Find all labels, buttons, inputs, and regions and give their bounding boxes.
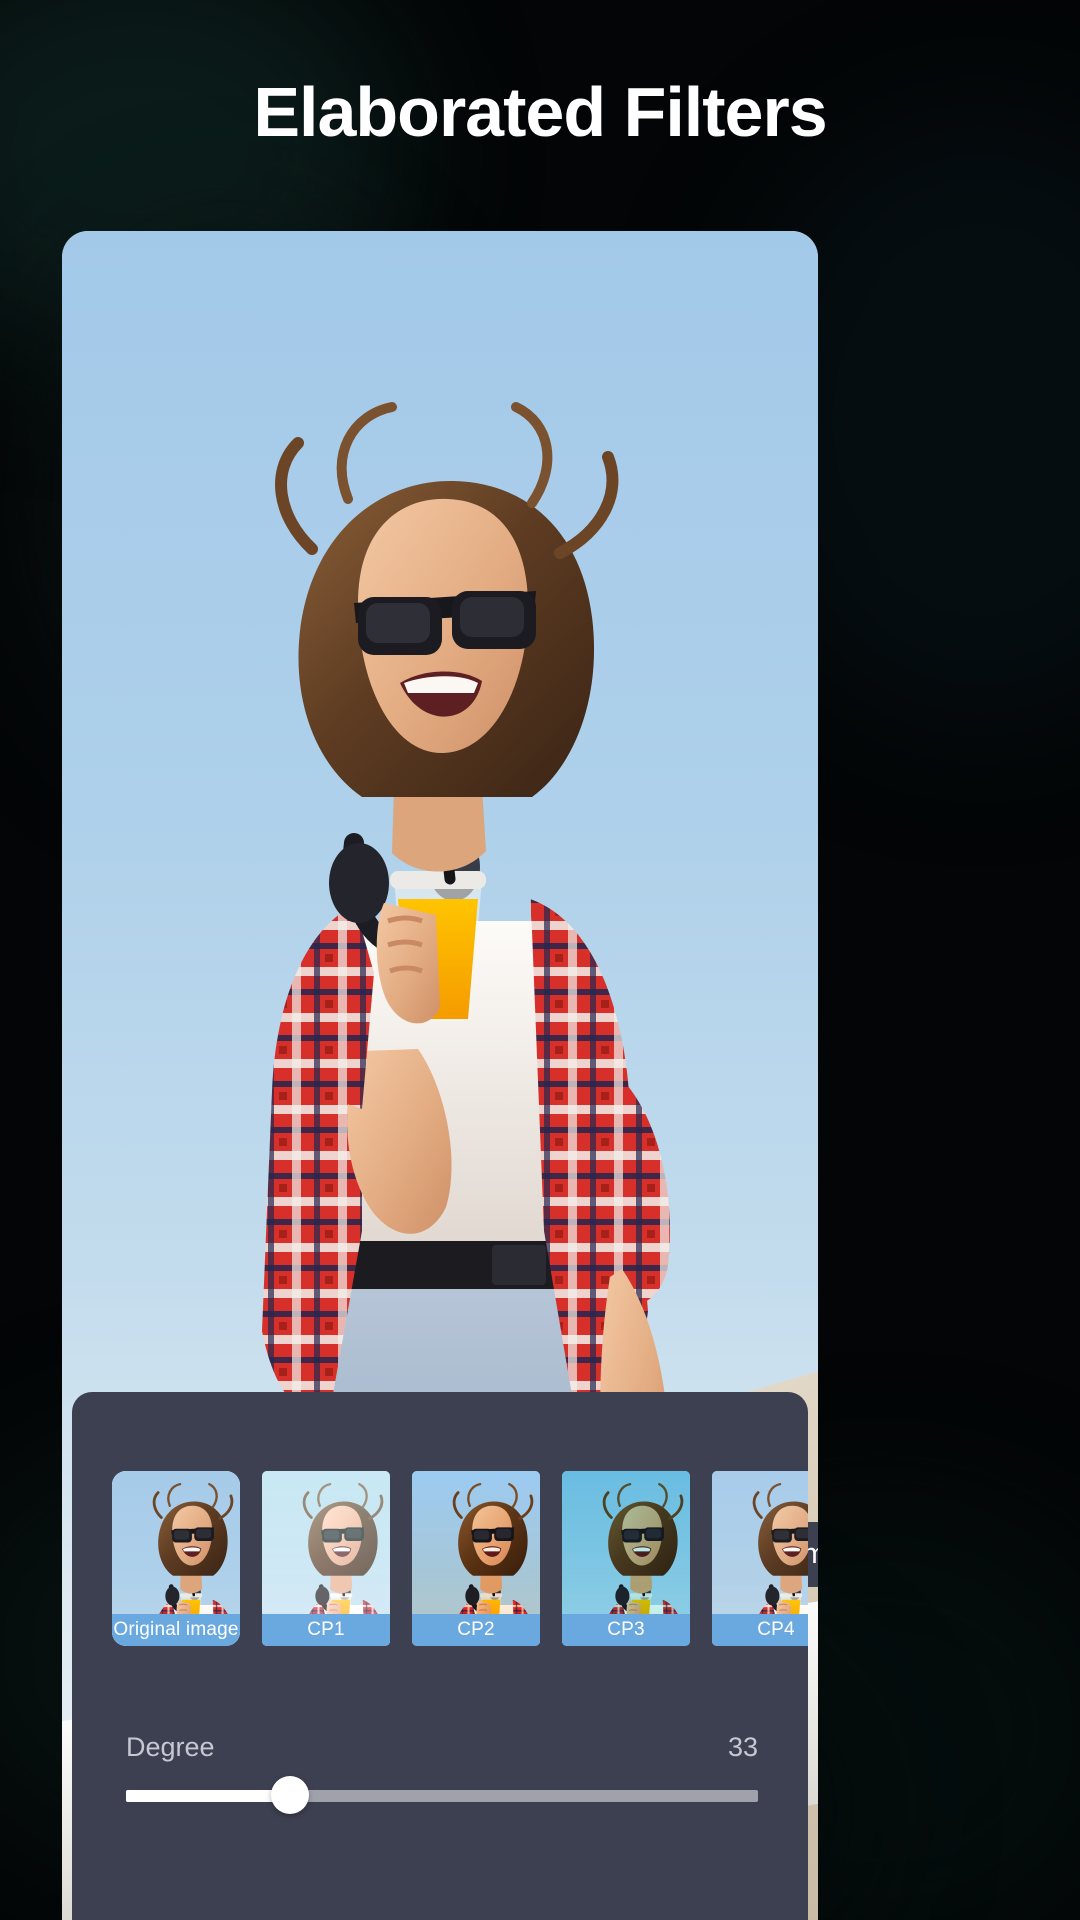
filter-editor-panel: Original image CP1 CP2 CP3 CP4 Degree 33 [72,1392,808,1920]
filter-thumbnail-cp2[interactable]: CP2 [412,1471,540,1646]
thumbnail-label: CP4 [712,1614,808,1646]
thumbnail-label: CP3 [562,1614,690,1646]
filter-thumbnail-cp3[interactable]: CP3 [562,1471,690,1646]
app-root: Elaborated Filters Original image CP1 CP… [0,0,1080,1920]
filter-thumbnail-cp4[interactable]: CP4 [712,1471,808,1646]
slider-track-fill [126,1790,291,1802]
degree-header: Degree 33 [126,1732,758,1763]
filter-thumbnail-original[interactable]: Original image [112,1471,240,1646]
degree-control: Degree 33 [126,1732,758,1814]
page-title: Elaborated Filters [253,73,827,151]
thumbnail-label: Original image [112,1614,240,1646]
thumbnail-label: CP2 [412,1614,540,1646]
degree-slider[interactable] [126,1776,758,1814]
thumbnail-label: CP1 [262,1614,390,1646]
slider-thumb[interactable] [271,1776,310,1814]
filter-thumbnail-cp1[interactable]: CP1 [262,1471,390,1646]
degree-value: 33 [727,1732,758,1762]
filter-thumbnail-strip[interactable]: Original image CP1 CP2 CP3 CP4 [112,1471,808,1646]
degree-label: Degree [126,1732,215,1762]
